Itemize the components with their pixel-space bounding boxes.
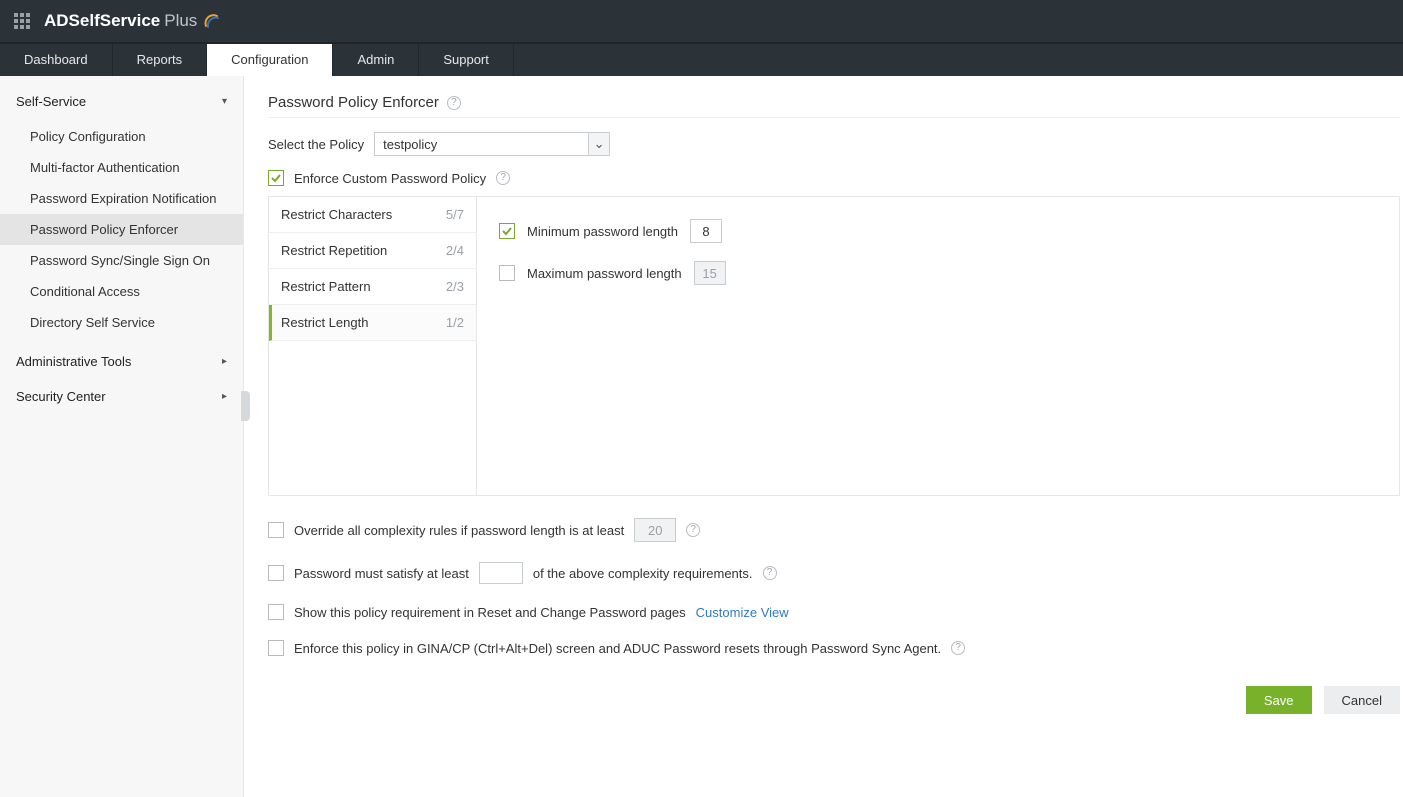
satisfy-count-checkbox[interactable] — [268, 565, 284, 581]
page-title: Password Policy Enforcer — [268, 94, 439, 111]
sidebar-item-password-expiration[interactable]: Password Expiration Notification — [0, 183, 243, 214]
vtab-label: Restrict Pattern — [281, 279, 371, 294]
sidebar-collapse-handle[interactable] — [241, 391, 250, 421]
rules-panel: Restrict Characters 5/7 Restrict Repetit… — [268, 196, 1400, 496]
tab-admin[interactable]: Admin — [333, 44, 419, 76]
vtab-count: 2/3 — [446, 279, 464, 294]
apps-grid-icon[interactable] — [14, 13, 30, 29]
min-length-input[interactable] — [690, 219, 722, 243]
select-policy-label: Select the Policy — [268, 137, 364, 152]
vtab-label: Restrict Repetition — [281, 243, 387, 258]
satisfy-label-post: of the above complexity requirements. — [533, 566, 753, 581]
save-button[interactable]: Save — [1246, 686, 1312, 714]
vtab-restrict-characters[interactable]: Restrict Characters 5/7 — [269, 197, 476, 233]
vtab-label: Restrict Length — [281, 315, 368, 330]
rules-panel-body: Minimum password length Maximum password… — [477, 197, 1399, 495]
min-length-checkbox[interactable] — [499, 223, 515, 239]
chevron-down-icon[interactable]: ⌄ — [588, 132, 610, 156]
sidebar-item-mfa[interactable]: Multi-factor Authentication — [0, 152, 243, 183]
customize-view-link[interactable]: Customize View — [696, 605, 789, 620]
sidebar-group-label: Administrative Tools — [16, 354, 131, 369]
top-bar: ADSelfService Plus — [0, 0, 1403, 44]
override-complexity-checkbox[interactable] — [268, 522, 284, 538]
override-complexity-label: Override all complexity rules if passwor… — [294, 523, 624, 538]
vtab-count: 5/7 — [446, 207, 464, 222]
chevron-right-icon: ▸ — [222, 356, 227, 367]
help-icon[interactable]: ? — [951, 641, 965, 655]
sidebar-group-label: Security Center — [16, 389, 106, 404]
max-length-checkbox[interactable] — [499, 265, 515, 281]
satisfy-label-pre: Password must satisfy at least — [294, 566, 469, 581]
vtab-label: Restrict Characters — [281, 207, 392, 222]
satisfy-count-input[interactable] — [479, 562, 523, 584]
help-icon[interactable]: ? — [447, 96, 461, 110]
enforce-gina-label: Enforce this policy in GINA/CP (Ctrl+Alt… — [294, 641, 941, 656]
show-policy-label: Show this policy requirement in Reset an… — [294, 605, 686, 620]
cancel-button[interactable]: Cancel — [1324, 686, 1400, 714]
rules-vertical-tabs: Restrict Characters 5/7 Restrict Repetit… — [269, 197, 477, 495]
chevron-down-icon: ▾ — [222, 96, 227, 107]
policy-select-value[interactable] — [374, 132, 588, 156]
sidebar-group-security-center[interactable]: Security Center ▸ — [0, 379, 243, 414]
vtab-restrict-pattern[interactable]: Restrict Pattern 2/3 — [269, 269, 476, 305]
main-content: Password Policy Enforcer ? Select the Po… — [244, 76, 1403, 797]
tab-dashboard[interactable]: Dashboard — [0, 44, 113, 76]
help-icon[interactable]: ? — [686, 523, 700, 537]
max-length-input[interactable] — [694, 261, 726, 285]
sidebar-group-admin-tools[interactable]: Administrative Tools ▸ — [0, 344, 243, 379]
enforce-policy-label: Enforce Custom Password Policy — [294, 171, 486, 186]
tab-configuration[interactable]: Configuration — [207, 44, 333, 76]
sidebar-group-label: Self-Service — [16, 94, 86, 109]
min-length-label: Minimum password length — [527, 224, 678, 239]
vtab-count: 1/2 — [446, 315, 464, 330]
vtab-restrict-repetition[interactable]: Restrict Repetition 2/4 — [269, 233, 476, 269]
show-policy-checkbox[interactable] — [268, 604, 284, 620]
brand-name: ADSelfService — [44, 11, 160, 31]
policy-select[interactable]: ⌄ — [374, 132, 610, 156]
brand-swirl-icon — [203, 12, 221, 30]
sidebar: Self-Service ▾ Policy Configuration Mult… — [0, 76, 244, 797]
help-icon[interactable]: ? — [763, 566, 777, 580]
vtab-restrict-length[interactable]: Restrict Length 1/2 — [269, 305, 476, 341]
brand-logo: ADSelfService Plus — [44, 11, 221, 31]
tab-reports[interactable]: Reports — [113, 44, 208, 76]
vtab-count: 2/4 — [446, 243, 464, 258]
main-tabs: Dashboard Reports Configuration Admin Su… — [0, 44, 1403, 76]
max-length-label: Maximum password length — [527, 266, 682, 281]
chevron-right-icon: ▸ — [222, 391, 227, 402]
brand-suffix: Plus — [164, 11, 197, 31]
sidebar-item-policy-configuration[interactable]: Policy Configuration — [0, 121, 243, 152]
help-icon[interactable]: ? — [496, 171, 510, 185]
sidebar-group-self-service[interactable]: Self-Service ▾ — [0, 84, 243, 119]
sidebar-item-password-sync[interactable]: Password Sync/Single Sign On — [0, 245, 243, 276]
sidebar-item-directory-self-service[interactable]: Directory Self Service — [0, 307, 243, 338]
enforce-policy-checkbox[interactable] — [268, 170, 284, 186]
override-length-input[interactable] — [634, 518, 676, 542]
sidebar-item-password-policy-enforcer[interactable]: Password Policy Enforcer — [0, 214, 243, 245]
tab-support[interactable]: Support — [419, 44, 514, 76]
sidebar-item-conditional-access[interactable]: Conditional Access — [0, 276, 243, 307]
enforce-gina-checkbox[interactable] — [268, 640, 284, 656]
